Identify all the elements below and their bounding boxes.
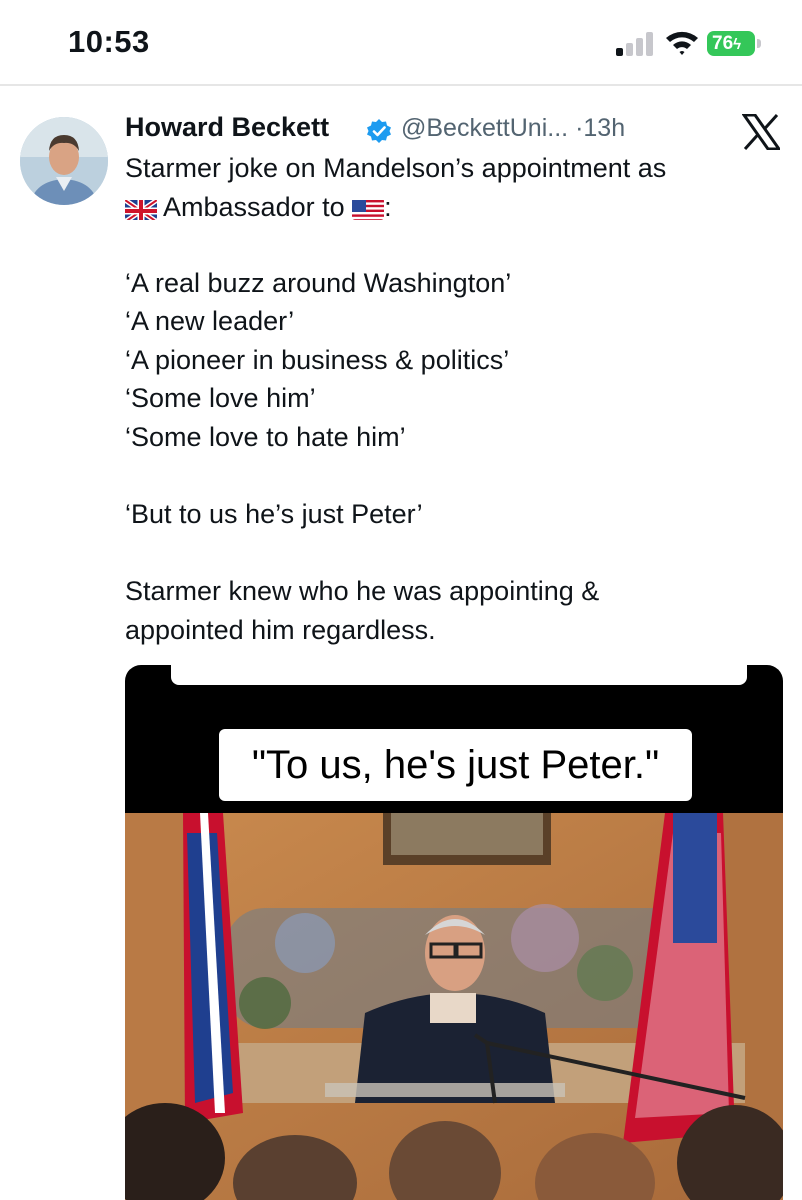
ambassador-text: Ambassador to [163,192,345,222]
verified-badge-icon [367,119,391,143]
tweet-line: ‘A new leader’ [125,306,295,336]
colon-text: : [384,192,392,222]
charging-bolt-icon: ϟ [733,36,742,53]
x-logo-icon[interactable] [742,114,780,150]
tweet-line: ‘Some love to hate him’ [125,422,406,452]
tweet-line: ‘But to us he’s just Peter’ [125,499,423,529]
tweet-line: ‘A pioneer in business & politics’ [125,345,510,375]
tweet-line: appointed him regardless. [125,615,436,645]
video-frame-image [125,813,783,1200]
us-flag-icon [352,198,385,220]
time-ago[interactable]: 13h [583,114,625,142]
author-handle[interactable]: @BeckettUni... [401,114,568,142]
tweet-line: ‘Some love him’ [125,383,316,413]
cellular-signal-icon [616,32,656,56]
author-name[interactable]: Howard Beckett [125,112,329,143]
avatar-photo [20,117,108,205]
tweet-line: Ambassador to : [125,192,392,223]
media-top-strip [171,665,747,685]
battery-indicator: 76ϟ [707,31,755,56]
battery-level: 76 [712,33,734,54]
header-divider [0,84,802,86]
video-caption: "To us, he's just Peter." [219,729,692,801]
tweet-line: Starmer joke on Mandelson’s appointment … [125,153,667,183]
tweet-media-video[interactable]: "To us, he's just Peter." [125,665,783,1200]
status-time: 10:53 [68,24,150,59]
tweet-line: ‘A real buzz around Washington’ [125,268,512,298]
handle-and-time: @BeckettUni... ·13h [401,114,625,143]
avatar[interactable] [20,117,108,205]
battery-nub [757,39,761,48]
wifi-icon [666,31,698,55]
uk-flag-icon [125,197,157,220]
status-bar: 10:53 76ϟ [0,0,802,86]
tweet-line: Starmer knew who he was appointing & [125,576,600,606]
